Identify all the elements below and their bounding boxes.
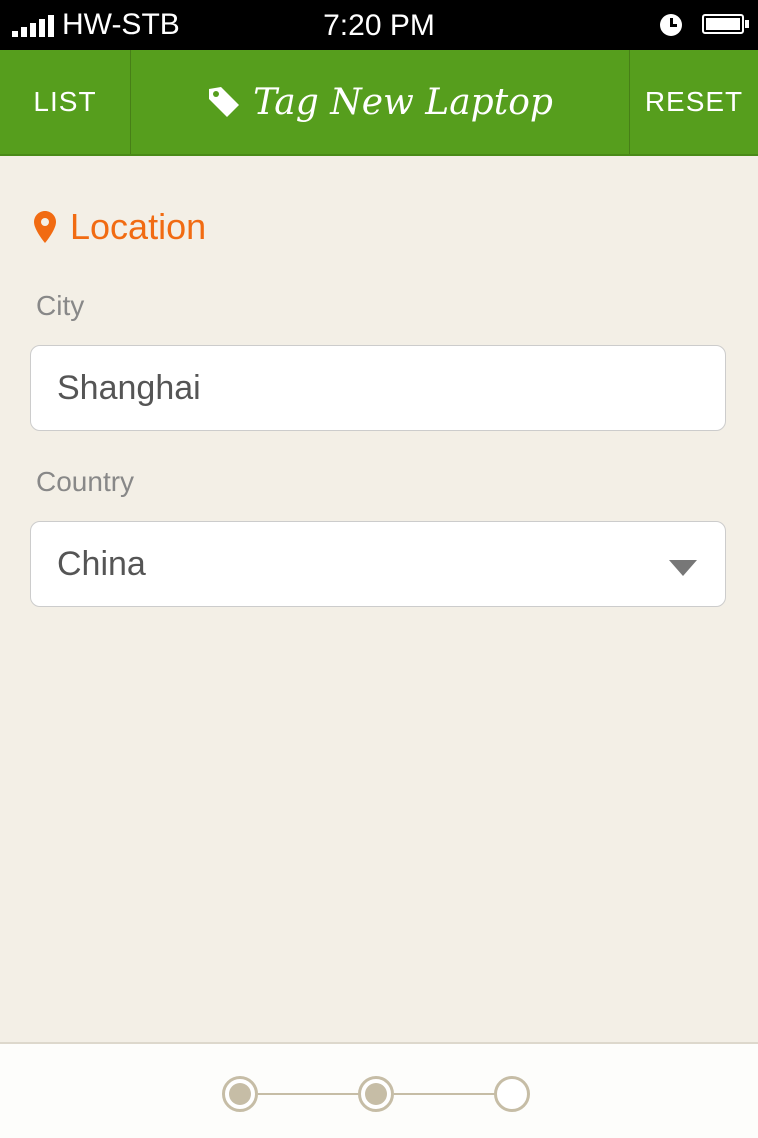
country-select-value: China (57, 544, 146, 583)
section-title: Location (70, 206, 207, 247)
country-select[interactable]: China (30, 521, 726, 607)
status-bar: HW-STB 7:20 PM (0, 0, 758, 50)
step-connector (394, 1093, 496, 1095)
step-indicator-2[interactable] (358, 1076, 394, 1112)
chevron-down-icon (669, 560, 697, 576)
step-indicator-1[interactable] (222, 1076, 258, 1112)
list-button[interactable]: LIST (0, 50, 131, 154)
country-label: Country (36, 466, 135, 497)
nav-bar: LIST Tag New Laptop RESET (0, 50, 758, 156)
step-connector (258, 1093, 360, 1095)
city-input-value: Shanghai (57, 368, 201, 407)
status-time: 7:20 PM (323, 9, 435, 42)
clock-icon (660, 14, 682, 36)
tag-icon (209, 87, 240, 117)
battery-icon (702, 14, 749, 34)
page-title: Tag New Laptop (131, 50, 629, 154)
city-input[interactable]: Shanghai (30, 345, 726, 431)
city-label: City (36, 290, 85, 321)
step-indicator-3[interactable] (494, 1076, 530, 1112)
reset-button[interactable]: RESET (629, 50, 758, 154)
progress-stepper (0, 1042, 758, 1138)
location-pin-icon (34, 211, 56, 243)
page-title-text: Tag New Laptop (253, 81, 553, 123)
location-section-heading: Location (34, 206, 206, 248)
